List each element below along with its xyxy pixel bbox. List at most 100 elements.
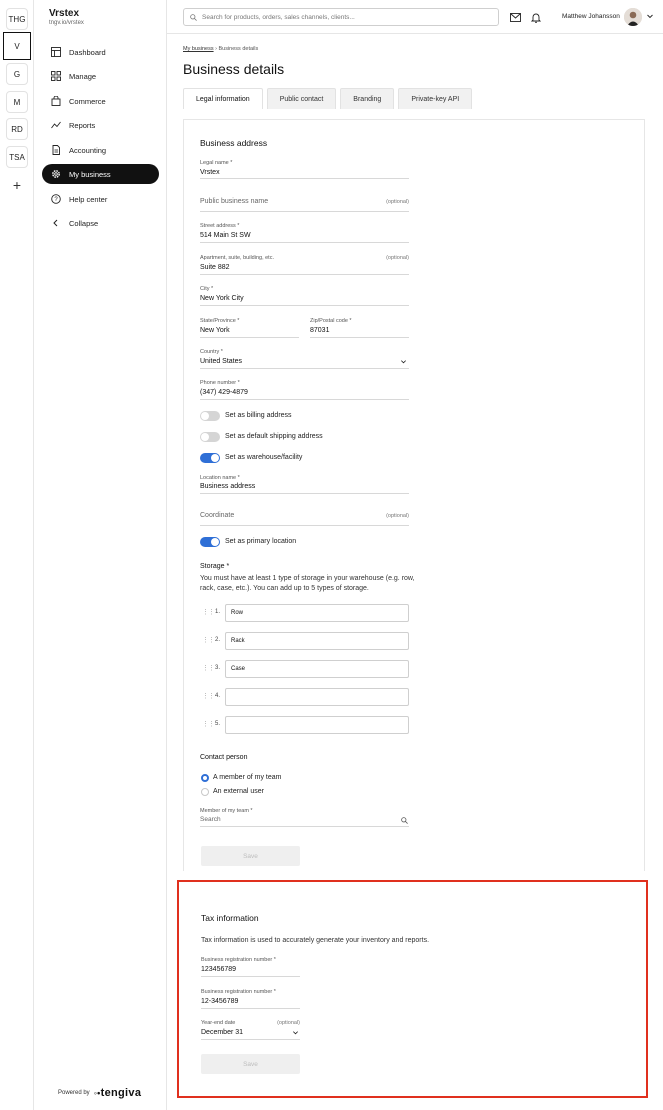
page-title: Business details	[183, 61, 285, 77]
field-value: New York City	[200, 295, 244, 302]
field-label: Business registration number *	[201, 989, 276, 995]
storage-input[interactable]	[225, 716, 409, 734]
workspace-v[interactable]: V	[3, 32, 31, 60]
storage-number: 5.	[215, 721, 221, 727]
storage-number: 3.	[215, 665, 221, 671]
business-registration-number-field-2[interactable]: Business registration number * 12-345678…	[201, 989, 300, 1009]
primary-location-toggle[interactable]	[200, 537, 220, 547]
field-label: City *	[200, 286, 214, 292]
save-tax-button[interactable]: Save	[201, 1054, 300, 1074]
radio-label: A member of my team	[213, 774, 282, 781]
chevron-left-icon	[50, 217, 62, 229]
optional-tag: (optional)	[386, 199, 409, 205]
apartment-field[interactable]: Apartment, suite, building, etc. (option…	[200, 255, 409, 275]
state-field[interactable]: State/Province * New York	[200, 318, 299, 338]
chevron-down-icon[interactable]	[646, 12, 654, 22]
billing-address-toggle[interactable]	[200, 411, 220, 421]
storage-row[interactable]: ⋮⋮ 4.	[202, 688, 409, 706]
bag-icon	[50, 95, 62, 107]
storage-row[interactable]: ⋮⋮ 5.	[202, 716, 409, 734]
field-placeholder: Public business name	[200, 198, 269, 205]
section-title-business-address: Business address	[200, 138, 268, 148]
phone-field[interactable]: Phone number * (347) 429-4879	[200, 380, 409, 400]
member-of-team-radio[interactable]	[201, 774, 209, 782]
nav-dashboard[interactable]: Dashboard	[42, 42, 159, 62]
optional-tag: (optional)	[386, 255, 409, 261]
nav-label: Help center	[69, 194, 108, 204]
breadcrumb: My business › Business details	[183, 46, 258, 52]
storage-number: 4.	[215, 693, 221, 699]
nav-label: My business	[69, 169, 111, 179]
storage-input[interactable]: Row	[225, 604, 409, 622]
storage-row[interactable]: ⋮⋮ 1. Row	[202, 604, 409, 622]
legal-name-field[interactable]: Legal name * Vrstex	[200, 160, 409, 179]
drag-handle-icon[interactable]: ⋮⋮	[202, 608, 215, 616]
storage-input[interactable]: Rack	[225, 632, 409, 650]
nav-commerce[interactable]: Commerce	[42, 91, 159, 111]
drag-handle-icon[interactable]: ⋮⋮	[202, 636, 215, 644]
breadcrumb-current: Business details	[218, 46, 259, 52]
tengiva-logo: ◦•tengiva	[93, 1087, 142, 1099]
search-placeholder: Search for products, orders, sales chann…	[202, 13, 355, 21]
field-label: Business registration number *	[201, 957, 276, 963]
year-end-date-select[interactable]: Year-end date (optional) December 31	[201, 1020, 300, 1040]
nav-manage[interactable]: Manage	[42, 66, 159, 86]
nav-reports[interactable]: Reports	[42, 115, 159, 135]
storage-input[interactable]: Case	[225, 660, 409, 678]
search-input[interactable]: Search for products, orders, sales chann…	[183, 8, 499, 26]
country-select[interactable]: Country * United States	[200, 349, 409, 369]
nav-label: Reports	[69, 120, 96, 130]
toggle-label: Set as default shipping address	[225, 433, 323, 440]
drag-handle-icon[interactable]: ⋮⋮	[202, 720, 215, 728]
toggle-label: Set as billing address	[225, 412, 292, 419]
storage-row[interactable]: ⋮⋮ 2. Rack	[202, 632, 409, 650]
save-address-button[interactable]: Save	[201, 846, 300, 866]
workspace-g[interactable]: G	[6, 63, 28, 85]
breadcrumb-parent[interactable]: My business	[183, 46, 214, 52]
section-title-tax-information: Tax information	[201, 913, 259, 923]
avatar[interactable]	[624, 8, 642, 26]
location-name-field[interactable]: Location name * Business address	[200, 475, 409, 494]
street-address-field[interactable]: Street address * 514 Main St SW	[200, 223, 409, 243]
warehouse-toggle[interactable]	[200, 453, 220, 463]
tab-private-key-api[interactable]: Private-key API	[398, 88, 473, 109]
nav-collapse[interactable]: Collapse	[42, 213, 159, 233]
nav-help-center[interactable]: ? Help center	[42, 189, 159, 209]
storage-title: Storage *	[200, 563, 230, 570]
field-label: Member of my team *	[200, 808, 253, 814]
tengiva-logo-text: tengiva	[100, 1087, 142, 1099]
external-user-radio[interactable]	[201, 788, 209, 796]
zip-field[interactable]: Zip/Postal code * 87031	[310, 318, 409, 338]
storage-row[interactable]: ⋮⋮ 3. Case	[202, 660, 409, 678]
tax-description: Tax information is used to accurately ge…	[201, 937, 430, 944]
tab-legal-information[interactable]: Legal information	[183, 88, 263, 109]
field-value: (347) 429-4879	[200, 389, 248, 396]
workspace-tsa[interactable]: TSA	[6, 146, 28, 168]
drag-handle-icon[interactable]: ⋮⋮	[202, 664, 215, 672]
bell-icon[interactable]	[530, 11, 542, 23]
user-name[interactable]: Matthew Johansson	[562, 13, 620, 20]
city-field[interactable]: City * New York City	[200, 286, 409, 306]
workspace-thg[interactable]: THG	[6, 8, 28, 30]
field-value: 87031	[310, 327, 330, 334]
tab-branding[interactable]: Branding	[340, 88, 395, 109]
mail-icon[interactable]	[509, 11, 521, 23]
member-search-field[interactable]: Member of my team * Search	[200, 808, 409, 827]
nav-accounting[interactable]: Accounting	[42, 140, 159, 160]
workspace-m[interactable]: M	[6, 91, 28, 113]
field-value: Business address	[200, 483, 256, 490]
add-workspace-button[interactable]: +	[6, 176, 28, 194]
contact-person-title: Contact person	[200, 754, 248, 761]
business-registration-number-field[interactable]: Business registration number * 123456789	[201, 957, 300, 977]
field-label: Location name *	[200, 475, 240, 481]
default-shipping-toggle[interactable]	[200, 432, 220, 442]
public-business-name-field[interactable]: Public business name (optional)	[200, 196, 409, 212]
gear-icon	[50, 168, 62, 180]
drag-handle-icon[interactable]: ⋮⋮	[202, 692, 215, 700]
coordinate-field[interactable]: Coordinate (optional)	[200, 510, 409, 526]
workspace-rd[interactable]: RD	[6, 118, 28, 140]
nav-label: Accounting	[69, 145, 107, 155]
nav-my-business[interactable]: My business	[42, 164, 159, 184]
tab-public-contact[interactable]: Public contact	[266, 88, 337, 109]
storage-input[interactable]	[225, 688, 409, 706]
